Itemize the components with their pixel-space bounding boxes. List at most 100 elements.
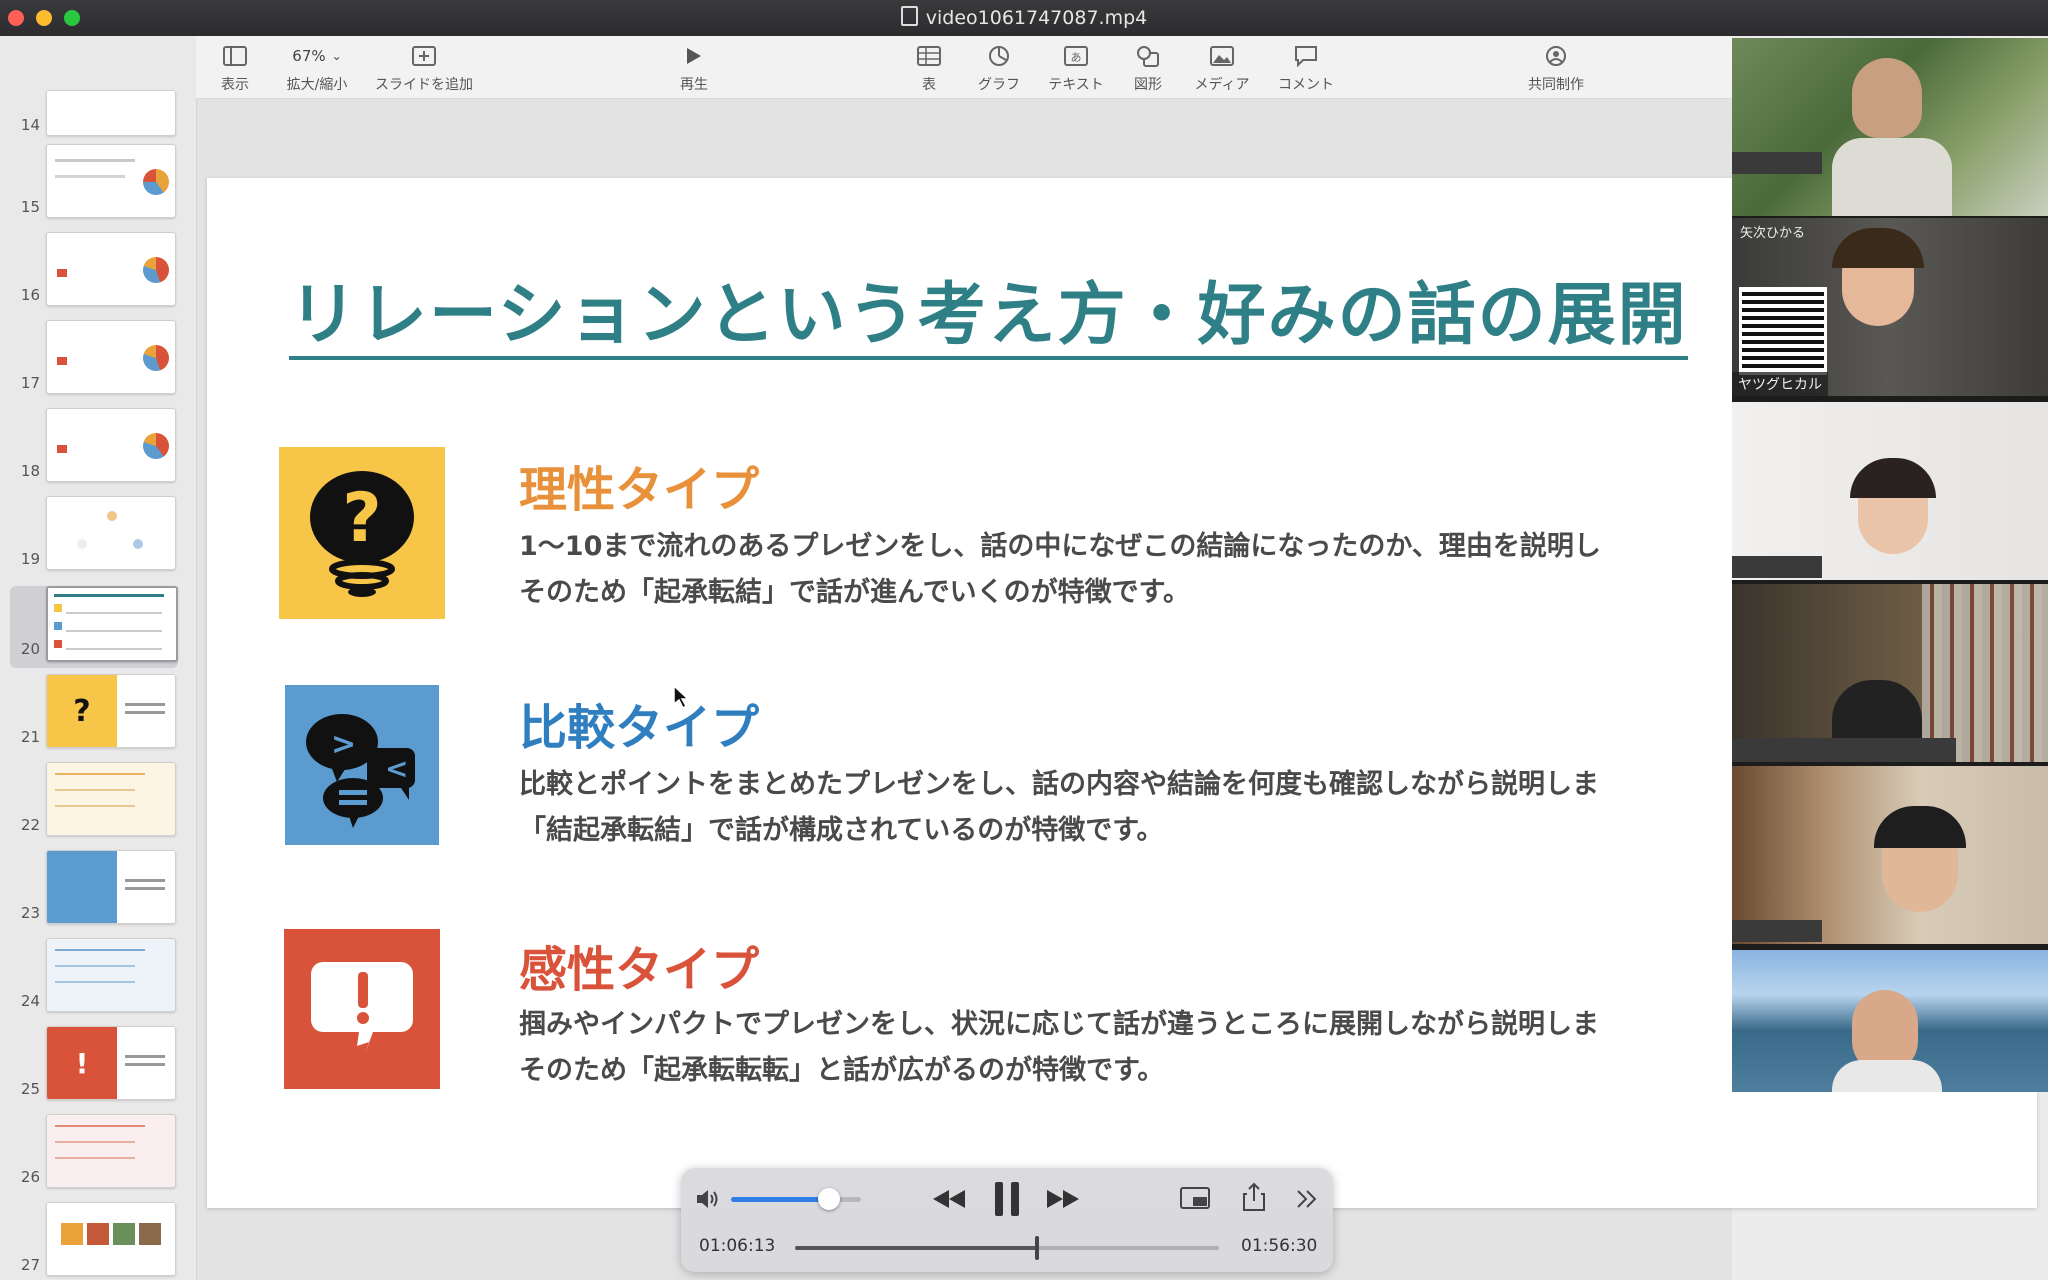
chart-button[interactable]: グラフ xyxy=(974,42,1024,94)
qr-code xyxy=(1739,287,1827,375)
slide-thumbnail-23[interactable] xyxy=(46,850,176,924)
participant-video[interactable] xyxy=(1732,38,2048,216)
elapsed-time: 01:06:13 xyxy=(699,1236,776,1256)
description-line: 「結起承転結」で話が構成されているのが特徴です。 xyxy=(519,815,1164,846)
text-button[interactable]: あ テキスト xyxy=(1044,42,1108,94)
participant-video[interactable] xyxy=(1732,402,2048,580)
slide-number: 20 xyxy=(20,640,40,658)
slide-number: 19 xyxy=(20,550,40,568)
slide-thumbnail-17[interactable] xyxy=(46,320,176,394)
play-button[interactable]: 再生 xyxy=(674,42,714,94)
slide-thumbnail-15[interactable] xyxy=(46,144,176,218)
media-label: メディア xyxy=(1194,77,1250,93)
slide-thumbnail-25[interactable]: ! xyxy=(46,1026,176,1100)
participant-avatar xyxy=(1852,58,1922,138)
window-title: video1061747087.mp4 xyxy=(0,0,2048,36)
comment-button[interactable]: コメント xyxy=(1274,42,1338,94)
playback-scrubber[interactable] xyxy=(795,1236,1219,1260)
question-bulb-icon: ? xyxy=(279,447,445,619)
slide-thumbnail-14[interactable] xyxy=(46,90,176,136)
participant-video-strip: 矢次ひかる ヤツグヒカル xyxy=(1732,38,2048,1092)
total-time: 01:56:30 xyxy=(1241,1236,1318,1256)
media-button[interactable]: メディア xyxy=(1190,42,1254,94)
app-toolbar: 表示 67% ⌄ 拡大/縮小 スライドを追加 再生 表 グラフ あ テキスト 図形… xyxy=(196,36,1732,99)
type-title-sensitive[interactable]: 感性タイプ xyxy=(519,930,759,1000)
participant-video[interactable]: 矢次ひかる ヤツグヒカル xyxy=(1732,218,2048,396)
rewind-icon[interactable] xyxy=(931,1188,967,1210)
type-description-comparison[interactable]: 比較とポイントをまとめたプレゼンをし、話の内容や結論を何度も確認しながら説明しま… xyxy=(519,762,1599,854)
svg-text:<: < xyxy=(385,752,408,785)
slide-number: 15 xyxy=(20,198,40,216)
volume-icon[interactable] xyxy=(695,1188,721,1210)
add-slide-icon xyxy=(412,46,436,66)
slide-number: 25 xyxy=(20,1080,40,1098)
comment-label: コメント xyxy=(1278,77,1334,93)
playback-progress-fill xyxy=(795,1246,1037,1250)
chevron-down-icon: ⌄ xyxy=(331,49,342,63)
volume-knob[interactable] xyxy=(817,1188,840,1210)
description-line: そのため「起承転結」で話が進んでいくのが特徴です。 xyxy=(519,577,1190,608)
zoom-control[interactable]: 67% ⌄ 拡大/縮小 xyxy=(282,42,352,94)
slide-title[interactable]: リレーションという考え方・好みの話の展開 xyxy=(289,276,1688,360)
collaborate-icon xyxy=(1546,46,1566,66)
slide-navigator[interactable]: 14 15 16 17 18 19 20 21 ? 22 23 24 25 ! … xyxy=(0,36,197,1280)
speech-bubbles-icon: > < xyxy=(285,685,439,845)
exclamation-bubble-icon xyxy=(284,929,440,1089)
view-label: 表示 xyxy=(221,77,249,93)
slide-thumbnail-20[interactable] xyxy=(46,586,178,662)
collaborate-label: 共同制作 xyxy=(1528,77,1584,93)
pause-icon[interactable] xyxy=(993,1180,1021,1218)
chart-label: グラフ xyxy=(978,77,1020,93)
description-line: そのため「起承転転転」と話が広がるのが特徴です。 xyxy=(519,1055,1165,1086)
playhead[interactable] xyxy=(1034,1236,1039,1260)
add-slide-button[interactable]: スライドを追加 xyxy=(374,42,474,94)
description-line: 1〜10まで流れのあるプレゼンをし、話の中になぜこの結論になったのか、理由を説明… xyxy=(519,531,1601,562)
slide-number: 21 xyxy=(20,728,40,746)
slide-number: 14 xyxy=(20,116,40,134)
slide-number: 23 xyxy=(20,904,40,922)
fast-forward-icon[interactable] xyxy=(1045,1188,1081,1210)
table-button[interactable]: 表 xyxy=(914,42,944,94)
type-description-sensitive[interactable]: 掴みやインパクトでプレゼンをし、状況に応じて話が違うところに展開しながら説明しま… xyxy=(519,1002,1599,1094)
slide-thumbnail-27[interactable] xyxy=(46,1202,176,1276)
shape-button[interactable]: 図形 xyxy=(1128,42,1168,94)
svg-text:?: ? xyxy=(342,479,381,558)
window-title-text: video1061747087.mp4 xyxy=(925,7,1148,29)
slide-number: 24 xyxy=(20,992,40,1010)
picture-in-picture-icon[interactable] xyxy=(1179,1186,1211,1212)
share-icon[interactable] xyxy=(1241,1182,1267,1212)
type-title-rational[interactable]: 理性タイプ xyxy=(519,450,759,520)
slide-number: 26 xyxy=(20,1168,40,1186)
participant-video[interactable] xyxy=(1732,584,2048,762)
slide-number: 18 xyxy=(20,462,40,480)
participant-video[interactable] xyxy=(1732,766,2048,944)
slide-thumbnail-26[interactable] xyxy=(46,1114,176,1188)
slide-thumbnail-24[interactable] xyxy=(46,938,176,1012)
svg-text:>: > xyxy=(331,727,356,762)
slide-thumbnail-19[interactable] xyxy=(46,496,176,570)
slide-number: 16 xyxy=(20,286,40,304)
type-title-comparison[interactable]: 比較タイプ xyxy=(519,688,759,758)
text-label: テキスト xyxy=(1048,77,1104,93)
slide-thumbnail-16[interactable] xyxy=(46,232,176,306)
slide-thumbnail-22[interactable] xyxy=(46,762,176,836)
zoom-label: 拡大/縮小 xyxy=(286,77,348,93)
participant-avatar xyxy=(1832,680,1922,740)
text-box-icon: あ xyxy=(1064,46,1088,66)
more-options-icon[interactable] xyxy=(1295,1188,1319,1210)
volume-fill xyxy=(731,1197,829,1202)
document-icon xyxy=(900,6,918,26)
slide-number: 17 xyxy=(20,374,40,392)
slide-thumbnail-21[interactable]: ? xyxy=(46,674,176,748)
play-label: 再生 xyxy=(680,77,708,93)
participant-video[interactable] xyxy=(1732,950,2048,1092)
view-button[interactable]: 表示 xyxy=(210,42,260,94)
shape-label: 図形 xyxy=(1134,77,1162,93)
add-slide-label: スライドを追加 xyxy=(375,77,473,93)
volume-slider[interactable] xyxy=(731,1188,861,1210)
collaborate-button[interactable]: 共同制作 xyxy=(1526,42,1586,94)
slide-thumbnail-18[interactable] xyxy=(46,408,176,482)
slide-number: 22 xyxy=(20,816,40,834)
type-description-rational[interactable]: 1〜10まで流れのあるプレゼンをし、話の中になぜこの結論になったのか、理由を説明… xyxy=(519,524,1601,616)
description-line: 比較とポイントをまとめたプレゼンをし、話の内容や結論を何度も確認しながら説明しま xyxy=(519,769,1599,800)
